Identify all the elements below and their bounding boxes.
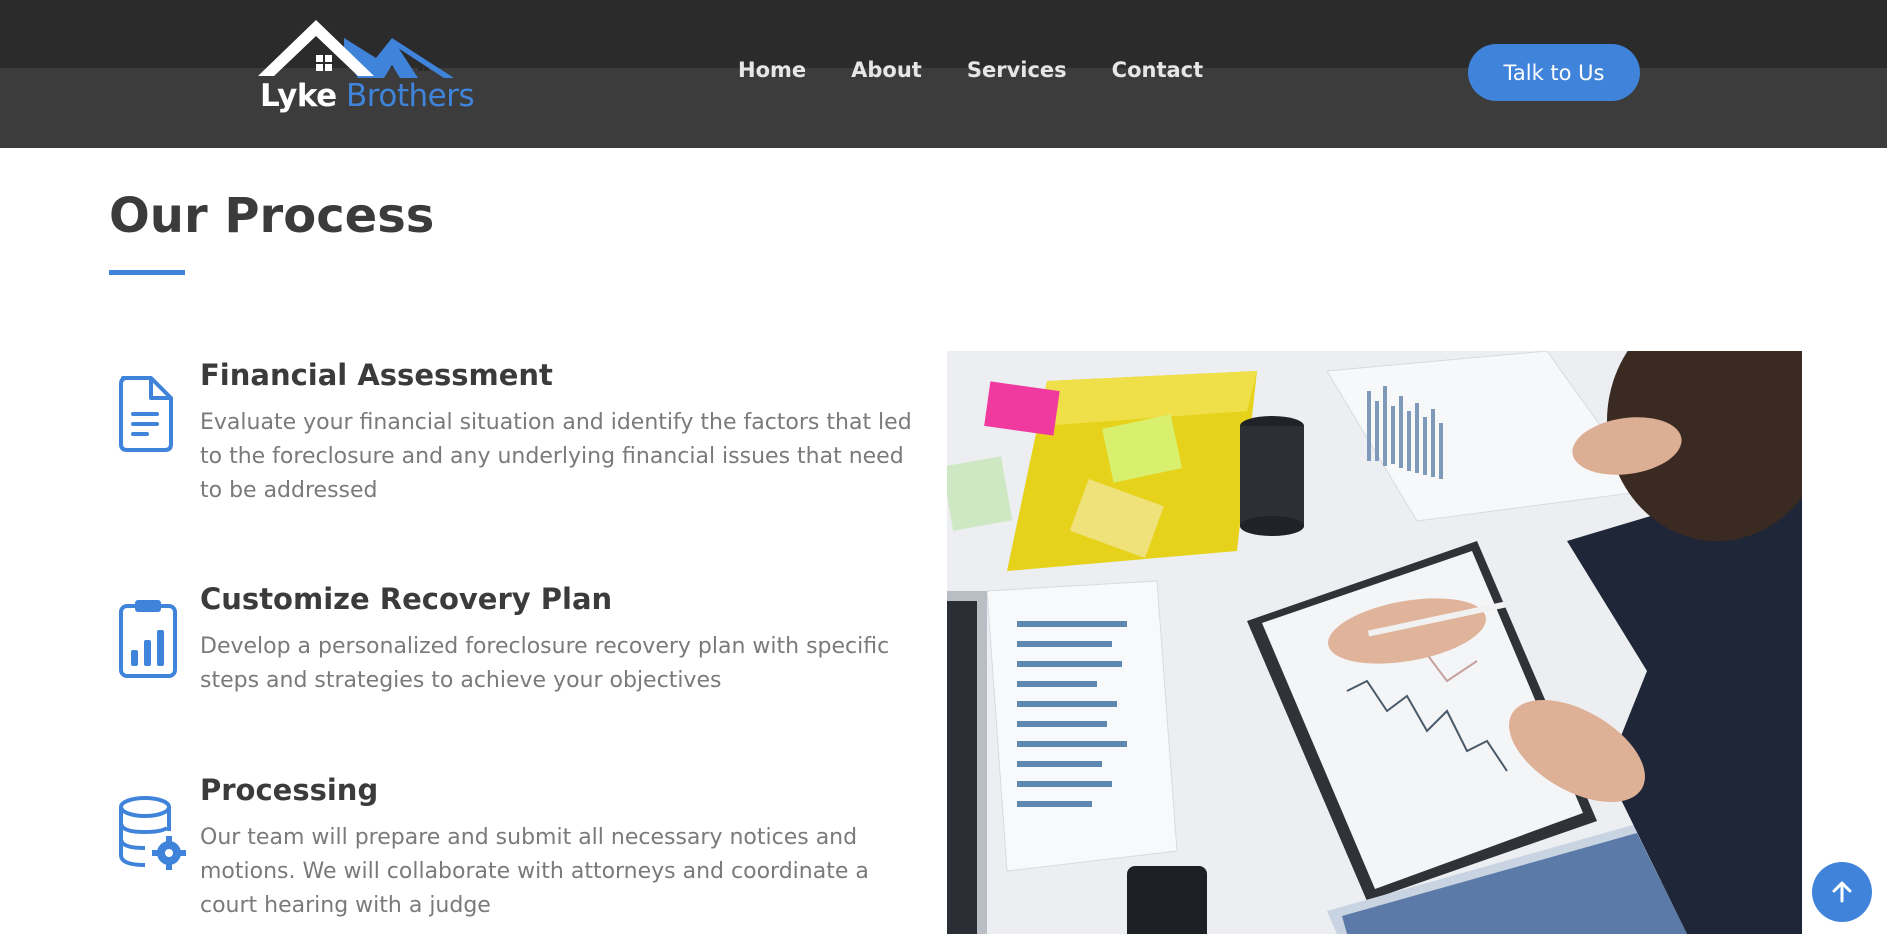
- nav-contact[interactable]: Contact: [1112, 58, 1204, 82]
- process-step: Processing Our team will prepare and sub…: [109, 773, 929, 934]
- site-header: Lyke Brothers Home About Services Contac…: [0, 0, 1887, 148]
- brand-name: Lyke Brothers: [260, 78, 475, 114]
- back-to-top-button[interactable]: [1812, 862, 1872, 922]
- brand-name-secondary: Brothers: [346, 78, 475, 114]
- step-title: Customize Recovery Plan: [200, 582, 613, 616]
- step-title: Processing: [200, 773, 379, 807]
- step-title: Financial Assessment: [200, 358, 553, 392]
- document-icon: [109, 358, 189, 452]
- process-step: Customize Recovery Plan Develop a person…: [109, 582, 929, 702]
- step-description: Develop a personalized foreclosure recov…: [200, 634, 890, 693]
- business-meeting-photo: [947, 351, 1802, 934]
- process-step: Financial Assessment Evaluate your finan…: [109, 358, 929, 518]
- database-gear-icon: [109, 773, 189, 870]
- step-description: Our team will prepare and submit all nec…: [200, 825, 869, 918]
- clipboard-chart-icon: [109, 582, 189, 678]
- nav-about[interactable]: About: [851, 58, 922, 82]
- house-roof-logo-icon: [258, 20, 454, 78]
- nav-home[interactable]: Home: [738, 58, 806, 82]
- talk-to-us-button[interactable]: Talk to Us: [1468, 44, 1640, 101]
- page-title: Our Process: [109, 188, 435, 244]
- main-nav: Home About Services Contact: [738, 58, 1248, 82]
- title-underline: [109, 270, 185, 275]
- brand-logo[interactable]: Lyke Brothers: [258, 18, 475, 118]
- nav-services[interactable]: Services: [967, 58, 1067, 82]
- arrow-up-icon: [1832, 881, 1852, 903]
- brand-name-primary: Lyke: [260, 78, 337, 114]
- step-description: Evaluate your financial situation and id…: [200, 410, 912, 503]
